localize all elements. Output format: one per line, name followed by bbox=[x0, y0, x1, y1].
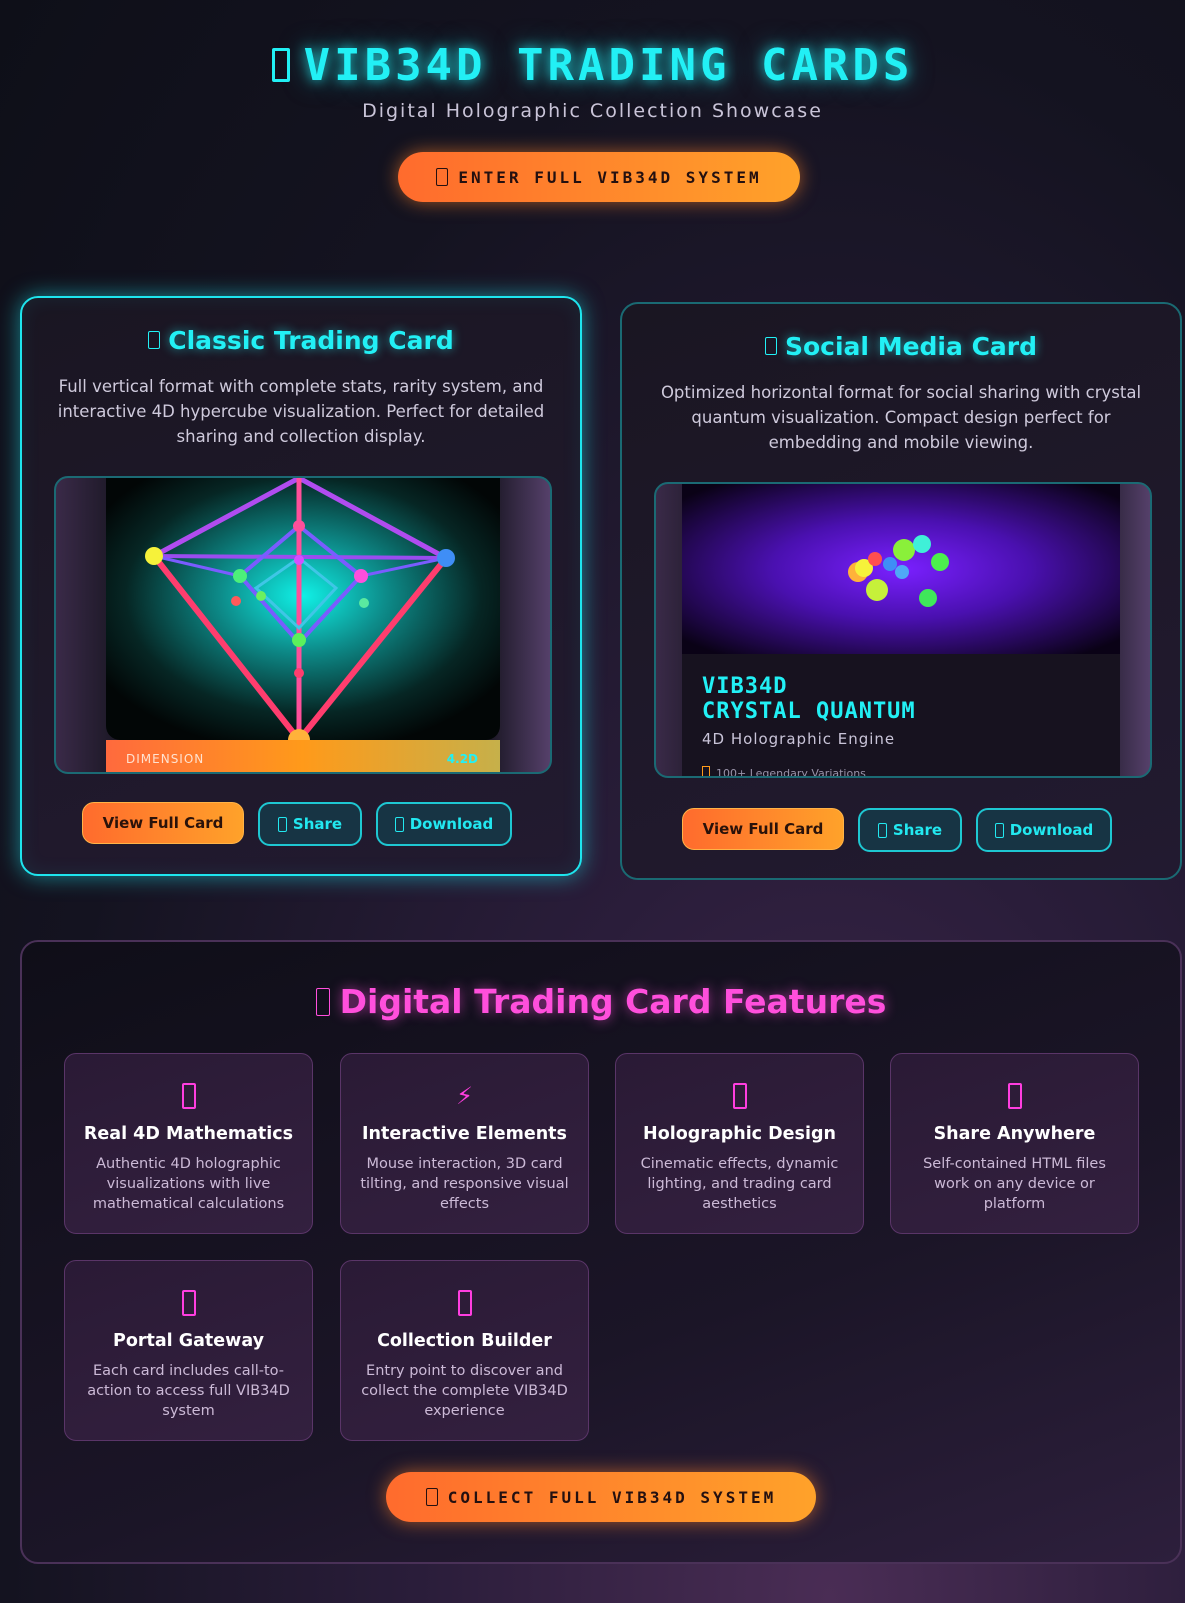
features-title: Digital Trading Card Features bbox=[22, 982, 1180, 1021]
download-icon bbox=[994, 822, 1004, 838]
social-card-name: VIB34D CRYSTAL QUANTUM bbox=[702, 674, 916, 724]
share-icon bbox=[877, 822, 887, 838]
feature-name: Interactive Elements bbox=[362, 1124, 567, 1144]
social-view-button[interactable]: View Full Card bbox=[682, 808, 844, 850]
social-card-panel: Social Media Card Optimized horizontal f… bbox=[620, 302, 1182, 880]
feature-card: Portal Gateway Each card includes call-t… bbox=[64, 1260, 313, 1441]
download-icon bbox=[394, 816, 404, 832]
feature-desc: Cinematic effects, dynamic lighting, and… bbox=[640, 1156, 839, 1212]
classic-card-description: Full vertical format with complete stats… bbox=[57, 377, 545, 446]
feature-card: Real 4D Mathematics Authentic 4D hologra… bbox=[64, 1053, 313, 1234]
collection-icon bbox=[457, 1290, 472, 1316]
feature-name: Collection Builder bbox=[377, 1331, 552, 1351]
classic-download-button[interactable]: Download bbox=[376, 802, 512, 846]
enter-system-button[interactable]: ENTER FULL VIB34D SYSTEM bbox=[398, 152, 800, 202]
feature-card: Holographic Design Cinematic effects, dy… bbox=[615, 1053, 864, 1234]
page-title: VIB34D TRADING CARDS bbox=[0, 40, 1185, 91]
classic-card-panel: Classic Trading Card Full vertical forma… bbox=[20, 296, 582, 876]
feature-name: Holographic Design bbox=[643, 1124, 836, 1144]
feature-name: Portal Gateway bbox=[113, 1331, 264, 1351]
atom-icon bbox=[181, 1083, 196, 1109]
feature-desc: Authentic 4D holographic visualizations … bbox=[92, 1156, 285, 1212]
hypercube-visualization bbox=[106, 478, 500, 740]
page-subtitle: Digital Holographic Collection Showcase bbox=[362, 100, 823, 122]
feature-desc: Mouse interaction, 3D card tilting, and … bbox=[360, 1156, 569, 1212]
social-share-button[interactable]: Share bbox=[858, 808, 962, 852]
palette-icon bbox=[732, 1083, 747, 1109]
social-card-subtitle: 4D Holographic Engine bbox=[702, 730, 896, 748]
lightning-icon: ⚡ bbox=[456, 1082, 473, 1110]
phone-icon bbox=[764, 337, 777, 355]
star-icon bbox=[702, 766, 710, 776]
features-section: Digital Trading Card Features Real 4D Ma… bbox=[20, 940, 1182, 1564]
social-card-info: VIB34D CRYSTAL QUANTUM 4D Holographic En… bbox=[682, 654, 1120, 776]
card-icon bbox=[148, 331, 161, 349]
classic-card-preview[interactable]: DIMENSION 4.2D bbox=[54, 476, 552, 774]
stat-value: 4.2D bbox=[446, 752, 478, 766]
classic-view-button[interactable]: View Full Card bbox=[82, 802, 244, 844]
portal-icon bbox=[181, 1290, 196, 1316]
rocket-icon bbox=[436, 168, 449, 186]
social-card-feature: 100+ Legendary Variations bbox=[702, 766, 866, 776]
feature-name: Share Anywhere bbox=[933, 1124, 1096, 1144]
stat-label: DIMENSION bbox=[126, 752, 205, 766]
social-card-description: Optimized horizontal format for social s… bbox=[660, 383, 1142, 452]
social-download-button[interactable]: Download bbox=[976, 808, 1112, 852]
feature-card: Collection Builder Entry point to discov… bbox=[340, 1260, 589, 1441]
feature-desc: Each card includes call-to-action to acc… bbox=[87, 1363, 290, 1419]
classic-stat-bar: DIMENSION 4.2D bbox=[106, 740, 500, 772]
gem-icon bbox=[425, 1488, 438, 1506]
share-icon bbox=[277, 816, 287, 832]
feature-card: ⚡ Interactive Elements Mouse interaction… bbox=[340, 1053, 589, 1234]
sparkle-icon bbox=[315, 988, 330, 1016]
feature-name: Real 4D Mathematics bbox=[83, 1124, 294, 1144]
collect-system-button[interactable]: COLLECT FULL VIB34D SYSTEM bbox=[386, 1472, 816, 1522]
sparkle-icon bbox=[271, 48, 290, 82]
social-card-preview[interactable]: VIB34D CRYSTAL QUANTUM 4D Holographic En… bbox=[654, 482, 1152, 778]
classic-card-title: Classic Trading Card bbox=[22, 326, 580, 355]
feature-desc: Self-contained HTML files work on any de… bbox=[923, 1156, 1106, 1212]
share-icon bbox=[1007, 1083, 1022, 1109]
classic-share-button[interactable]: Share bbox=[258, 802, 362, 846]
social-card-title: Social Media Card bbox=[622, 332, 1180, 361]
feature-desc: Entry point to discover and collect the … bbox=[361, 1363, 568, 1419]
crystal-quantum-visualization bbox=[682, 484, 1120, 654]
feature-card: Share Anywhere Self-contained HTML files… bbox=[890, 1053, 1139, 1234]
